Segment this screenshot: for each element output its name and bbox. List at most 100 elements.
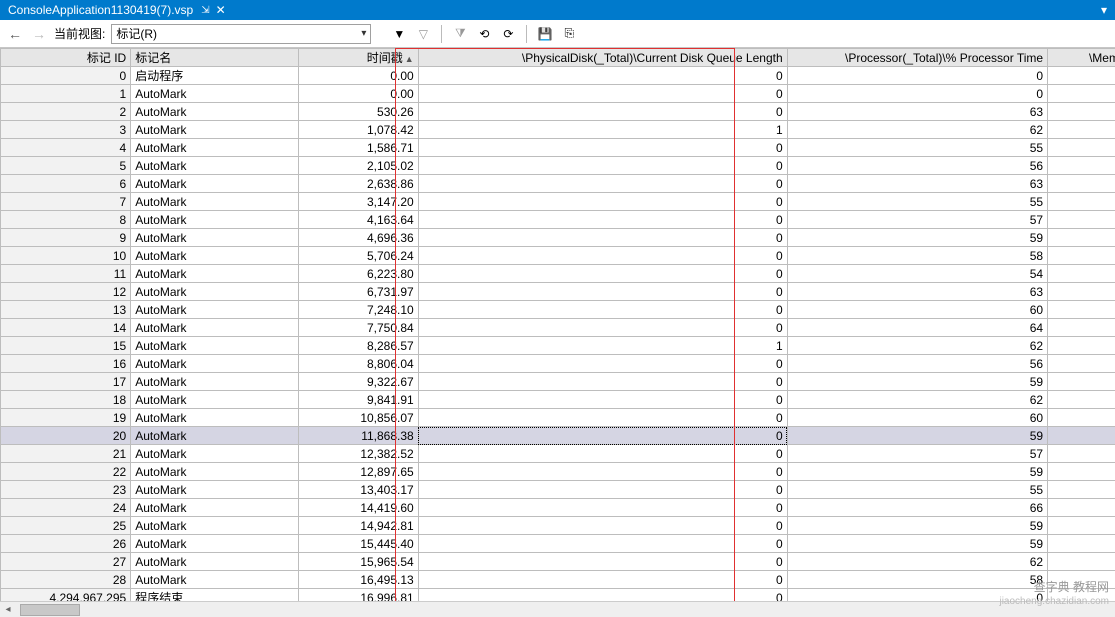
nav-back-button[interactable]: ←: [6, 26, 24, 42]
cell-timestamp[interactable]: 10,856.07: [299, 409, 418, 427]
cell-mem[interactable]: [1048, 517, 1115, 535]
table-row[interactable]: 6AutoMark2,638.86063: [1, 175, 1115, 193]
cell-disk[interactable]: 0: [418, 319, 787, 337]
col-header-proc[interactable]: \Processor(_Total)\% Processor Time: [787, 49, 1047, 67]
cell-timestamp[interactable]: 9,841.91: [299, 391, 418, 409]
cell-disk[interactable]: 0: [418, 247, 787, 265]
cell-mem[interactable]: [1048, 427, 1115, 445]
cell-id[interactable]: 5: [1, 157, 131, 175]
cell-disk[interactable]: 1: [418, 337, 787, 355]
cell-mem[interactable]: [1048, 139, 1115, 157]
cell-timestamp[interactable]: 8,806.04: [299, 355, 418, 373]
cell-id[interactable]: 4: [1, 139, 131, 157]
cell-timestamp[interactable]: 15,965.54: [299, 553, 418, 571]
cell-proc[interactable]: 58: [787, 571, 1047, 589]
cell-disk[interactable]: 0: [418, 517, 787, 535]
cell-proc[interactable]: 55: [787, 481, 1047, 499]
cell-id[interactable]: 15: [1, 337, 131, 355]
cell-id[interactable]: 8: [1, 211, 131, 229]
cell-mem[interactable]: 27: [1048, 103, 1115, 121]
cell-disk[interactable]: 0: [418, 283, 787, 301]
cell-id[interactable]: 28: [1, 571, 131, 589]
cell-mem[interactable]: [1048, 265, 1115, 283]
cell-id[interactable]: 23: [1, 481, 131, 499]
cell-id[interactable]: 22: [1, 463, 131, 481]
cell-timestamp[interactable]: 6,223.80: [299, 265, 418, 283]
cell-proc[interactable]: 58: [787, 247, 1047, 265]
col-header-name[interactable]: 标记名: [131, 49, 299, 67]
cell-name[interactable]: AutoMark: [131, 481, 299, 499]
table-row[interactable]: 21AutoMark12,382.52057: [1, 445, 1115, 463]
cell-id[interactable]: 25: [1, 517, 131, 535]
cell-disk[interactable]: 0: [418, 211, 787, 229]
cell-mem[interactable]: [1048, 499, 1115, 517]
table-row[interactable]: 1AutoMark0.0000: [1, 85, 1115, 103]
cell-id[interactable]: 7: [1, 193, 131, 211]
refresh-right-icon[interactable]: ⟳: [500, 26, 516, 42]
cell-timestamp[interactable]: 11,868.38: [299, 427, 418, 445]
cell-timestamp[interactable]: 0.00: [299, 67, 418, 85]
cell-id[interactable]: 24: [1, 499, 131, 517]
cell-proc[interactable]: 62: [787, 391, 1047, 409]
cell-name[interactable]: AutoMark: [131, 463, 299, 481]
cell-proc[interactable]: 63: [787, 175, 1047, 193]
cell-disk[interactable]: 0: [418, 157, 787, 175]
table-row[interactable]: 9AutoMark4,696.36059: [1, 229, 1115, 247]
scroll-thumb[interactable]: [20, 604, 80, 616]
cell-proc[interactable]: 59: [787, 229, 1047, 247]
cell-timestamp[interactable]: 2,638.86: [299, 175, 418, 193]
table-row[interactable]: 14AutoMark7,750.84064: [1, 319, 1115, 337]
table-row[interactable]: 11AutoMark6,223.80054: [1, 265, 1115, 283]
cell-disk[interactable]: 0: [418, 373, 787, 391]
cell-id[interactable]: 11: [1, 265, 131, 283]
cell-id[interactable]: 0: [1, 67, 131, 85]
cell-name[interactable]: AutoMark: [131, 553, 299, 571]
cell-disk[interactable]: 0: [418, 445, 787, 463]
document-tab-title[interactable]: ConsoleApplication1130419(7).vsp: [4, 3, 197, 17]
cell-timestamp[interactable]: 1,586.71: [299, 139, 418, 157]
cell-mem[interactable]: [1048, 67, 1115, 85]
cell-disk[interactable]: 0: [418, 139, 787, 157]
save-icon[interactable]: 💾: [537, 26, 553, 42]
pin-icon[interactable]: ⇲: [201, 5, 209, 16]
cell-disk[interactable]: 0: [418, 193, 787, 211]
cell-timestamp[interactable]: 3,147.20: [299, 193, 418, 211]
cell-mem[interactable]: [1048, 535, 1115, 553]
cell-id[interactable]: 6: [1, 175, 131, 193]
cell-id[interactable]: 26: [1, 535, 131, 553]
cell-timestamp[interactable]: 16,495.13: [299, 571, 418, 589]
cell-name[interactable]: AutoMark: [131, 517, 299, 535]
cell-mem[interactable]: [1048, 229, 1115, 247]
tab-overflow-icon[interactable]: ▾: [1101, 3, 1107, 17]
cell-id[interactable]: 20: [1, 427, 131, 445]
cell-disk[interactable]: 1: [418, 121, 787, 139]
table-row[interactable]: 19AutoMark10,856.07060: [1, 409, 1115, 427]
cell-timestamp[interactable]: 4,163.64: [299, 211, 418, 229]
cell-mem[interactable]: [1048, 409, 1115, 427]
cell-proc[interactable]: 63: [787, 283, 1047, 301]
table-row[interactable]: 27AutoMark15,965.54062: [1, 553, 1115, 571]
cell-timestamp[interactable]: 14,942.81: [299, 517, 418, 535]
table-row[interactable]: 16AutoMark8,806.04056: [1, 355, 1115, 373]
cell-id[interactable]: 27: [1, 553, 131, 571]
cell-name[interactable]: AutoMark: [131, 283, 299, 301]
cell-mem[interactable]: [1048, 319, 1115, 337]
cell-name[interactable]: AutoMark: [131, 157, 299, 175]
cell-proc[interactable]: 56: [787, 355, 1047, 373]
col-header-id[interactable]: 标记 ID: [1, 49, 131, 67]
table-row[interactable]: 5AutoMark2,105.02056: [1, 157, 1115, 175]
table-row[interactable]: 22AutoMark12,897.65059: [1, 463, 1115, 481]
cell-mem[interactable]: [1048, 193, 1115, 211]
cell-disk[interactable]: 0: [418, 571, 787, 589]
cell-mem[interactable]: [1048, 355, 1115, 373]
table-row[interactable]: 13AutoMark7,248.10060: [1, 301, 1115, 319]
cell-name[interactable]: AutoMark: [131, 571, 299, 589]
cell-timestamp[interactable]: 0.00: [299, 85, 418, 103]
table-row[interactable]: 3AutoMark1,078.421629: [1, 121, 1115, 139]
cell-mem[interactable]: [1048, 301, 1115, 319]
table-row[interactable]: 28AutoMark16,495.13058: [1, 571, 1115, 589]
cell-proc[interactable]: 59: [787, 535, 1047, 553]
cell-name[interactable]: AutoMark: [131, 337, 299, 355]
cell-disk[interactable]: 0: [418, 85, 787, 103]
cell-mem[interactable]: 9: [1048, 121, 1115, 139]
